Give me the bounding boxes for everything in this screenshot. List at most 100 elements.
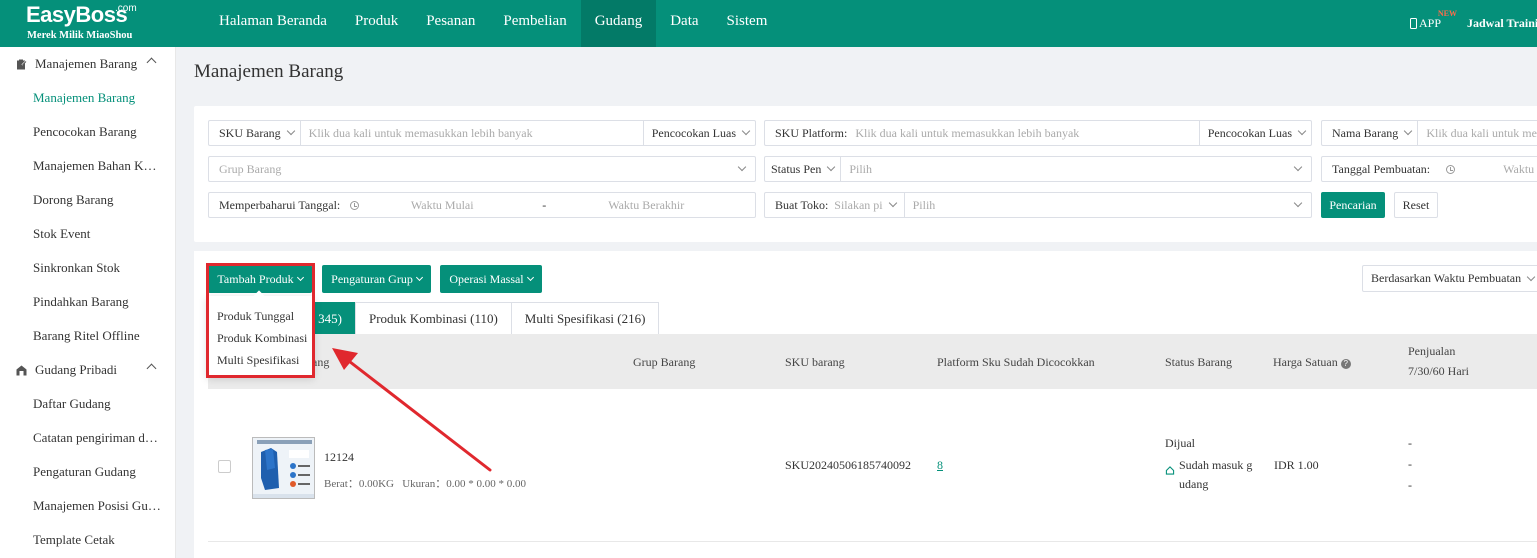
main-nav: Halaman Beranda Produk Pesanan Pembelian… [205, 0, 781, 47]
nav-item-pembelian[interactable]: Pembelian [489, 0, 580, 47]
sku-barang-input[interactable]: Klik dua kali untuk memasukkan lebih ban… [301, 126, 643, 141]
logo-brand: EasyBoss [26, 2, 128, 27]
sidebar-item-daftar-gudang[interactable]: Daftar Gudang [0, 387, 175, 421]
nav-item-gudang[interactable]: Gudang [580, 0, 657, 47]
memperbaharui-start-input[interactable]: Waktu Mulai [367, 198, 517, 213]
status-note: Sudah masuk g udang [1165, 458, 1252, 492]
sort-select[interactable]: Berdasarkan Waktu Pembuatan [1362, 265, 1537, 292]
top-right-area: APP NEW Jadwal Training [1409, 0, 1537, 47]
chevron-down-icon [737, 162, 747, 172]
chevron-down-icon [888, 198, 897, 208]
memperbaharui-end-input[interactable]: Waktu Berakhir [571, 198, 721, 213]
dropdown-item-produk-kombinasi[interactable]: Produk Kombinasi [207, 327, 314, 349]
buat-toko-select[interactable]: Pilih [905, 198, 1288, 213]
status-type-select[interactable]: Status Pen [765, 157, 842, 181]
logo-tagline: Merek Milik MiaoShou [27, 30, 133, 41]
chevron-up-icon [146, 57, 157, 68]
buat-toko-type-select[interactable]: Silakan pi [834, 193, 905, 217]
header-grup-barang: Grup Barang [633, 355, 696, 369]
page-title: Manajemen Barang [194, 61, 344, 82]
sidebar-group-label: Manajemen Barang [35, 56, 138, 71]
product-status: Dijual [1165, 436, 1195, 450]
nama-barang-filter: Nama Barang Klik dua kali untuk memasukk… [1321, 120, 1537, 146]
chevron-down-icon [1297, 126, 1307, 136]
dropdown-item-produk-tunggal[interactable]: Produk Tunggal [207, 305, 314, 327]
reset-button[interactable]: Reset [1394, 192, 1438, 218]
product-sku: SKU20240506185740092 [785, 458, 912, 472]
grup-barang-select[interactable]: Grup Barang [208, 156, 756, 182]
chevron-down-icon [286, 126, 295, 136]
status-select[interactable]: Pilih [841, 162, 1288, 177]
sku-barang-type-select[interactable]: SKU Barang [209, 121, 301, 145]
help-icon[interactable]: ? [1340, 359, 1351, 369]
sidebar-item-sinkronkan-stok[interactable]: Sinkronkan Stok [0, 251, 175, 285]
sidebar-item-pengaturan-gudang[interactable]: Pengaturan Gudang [0, 455, 175, 489]
header-barang: ang [312, 355, 330, 369]
sidebar-group-label: Gudang Pribadi [35, 362, 117, 377]
sidebar: Manajemen Barang Manajemen Barang Pencoc… [0, 47, 176, 558]
sidebar-group-gudang-pribadi[interactable]: Gudang Pribadi [0, 353, 175, 387]
add-product-button[interactable]: Tambah Produk [208, 265, 312, 293]
logo-domain: .com [115, 3, 137, 14]
nav-item-beranda[interactable]: Halaman Beranda [205, 0, 341, 47]
sidebar-item-barang-ritel[interactable]: Barang Ritel Offline [0, 319, 175, 353]
grup-barang-placeholder: Grup Barang [219, 161, 282, 176]
platform-count-link[interactable]: 8 [937, 458, 943, 473]
clock-icon [1446, 164, 1456, 174]
sidebar-item-catatan-pengiriman[interactable]: Catatan pengiriman dan penerimaan [0, 421, 175, 455]
clock-icon [350, 200, 360, 210]
phone-icon [1409, 18, 1417, 29]
sidebar-group-manajemen-barang[interactable]: Manajemen Barang [0, 47, 175, 81]
app-link[interactable]: APP NEW [1409, 9, 1457, 31]
tab-multi-spesifikasi[interactable]: Multi Spesifikasi (216) [510, 302, 660, 334]
sku-barang-filter: SKU Barang Klik dua kali untuk memasukka… [208, 120, 756, 146]
nama-barang-input[interactable]: Klik dua kali untuk memasukkan lebih ban… [1418, 126, 1537, 141]
row-checkbox[interactable] [218, 460, 231, 473]
product-image-icon [253, 438, 314, 498]
chevron-down-icon [526, 273, 534, 282]
chevron-down-icon [827, 162, 836, 172]
sidebar-item-pencocokan-barang[interactable]: Pencocokan Barang [0, 115, 175, 149]
memperbaharui-label: Memperbaharui Tanggal: [219, 197, 341, 212]
clipboard-icon [17, 59, 27, 69]
chevron-down-icon [1404, 126, 1413, 136]
sidebar-item-pindahkan-barang[interactable]: Pindahkan Barang [0, 285, 175, 319]
header-penjualan-period: 7/30/60 Hari [1408, 364, 1469, 378]
nav-item-sistem[interactable]: Sistem [713, 0, 782, 47]
header-harga-satuan: Harga Satuan? [1273, 355, 1351, 370]
buat-toko-label: Buat Toko: [775, 197, 829, 212]
tab-produk-kombinasi[interactable]: Produk Kombinasi (110) [355, 302, 512, 334]
product-dimensions: Berat：0.00KG Ukuran：0.00 * 0.00 * 0.00 [324, 478, 526, 490]
table-row: 12124 Berat：0.00KG Ukuran：0.00 * 0.00 * … [208, 389, 1537, 542]
add-product-dropdown: Produk Tunggal Produk Kombinasi Multi Sp… [207, 290, 314, 377]
header-penjualan: Penjualan [1408, 344, 1456, 358]
sidebar-item-dorong-barang[interactable]: Dorong Barang [0, 183, 175, 217]
product-thumbnail[interactable] [252, 437, 315, 499]
sku-platform-input[interactable]: Klik dua kali untuk memasukkan lebih ban… [853, 126, 1198, 141]
sku-barang-match-select[interactable]: Pencocokan Luas [642, 121, 755, 145]
chevron-down-icon [1526, 272, 1536, 281]
tanggal-pembuatan-filter: Tanggal Pembuatan: Waktu Mulai [1321, 156, 1537, 182]
logo[interactable]: EasyBoss .com Merek Milik MiaoShou [26, 2, 176, 44]
sku-platform-match-select[interactable]: Pencocokan Luas [1198, 121, 1311, 145]
top-bar: EasyBoss .com Merek Milik MiaoShou Halam… [0, 0, 1537, 47]
sidebar-item-manajemen-barang[interactable]: Manajemen Barang [0, 81, 175, 115]
nav-item-data[interactable]: Data [656, 0, 712, 47]
search-button[interactable]: Pencarian [1321, 192, 1385, 218]
schedule-link[interactable]: Jadwal Training [1467, 16, 1537, 31]
nav-item-produk[interactable]: Produk [341, 0, 412, 47]
group-settings-button[interactable]: Pengaturan Grup [322, 265, 431, 293]
sidebar-item-template-cetak[interactable]: Template Cetak [0, 523, 175, 557]
dropdown-item-multi-spesifikasi[interactable]: Multi Spesifikasi [207, 349, 314, 371]
nav-item-pesanan[interactable]: Pesanan [412, 0, 489, 47]
header-status-barang: Status Barang [1165, 355, 1232, 369]
buat-toko-filter: Buat Toko: Silakan pi Pilih [764, 192, 1312, 218]
sidebar-item-stok-event[interactable]: Stok Event [0, 217, 175, 251]
tanggal-pembuatan-label: Tanggal Pembuatan: [1332, 161, 1431, 176]
bulk-operations-button[interactable]: Operasi Massal [440, 265, 542, 293]
nama-barang-type-select[interactable]: Nama Barang [1322, 121, 1419, 145]
sidebar-item-posisi-gudang[interactable]: Manajemen Posisi Gudang [0, 489, 175, 523]
status-filter: Status Pen Pilih [764, 156, 1312, 182]
sidebar-item-bahan-kemasan[interactable]: Manajemen Bahan Kemasan [0, 149, 175, 183]
tanggal-pembuatan-start-input[interactable]: Waktu Mulai [1463, 162, 1537, 177]
